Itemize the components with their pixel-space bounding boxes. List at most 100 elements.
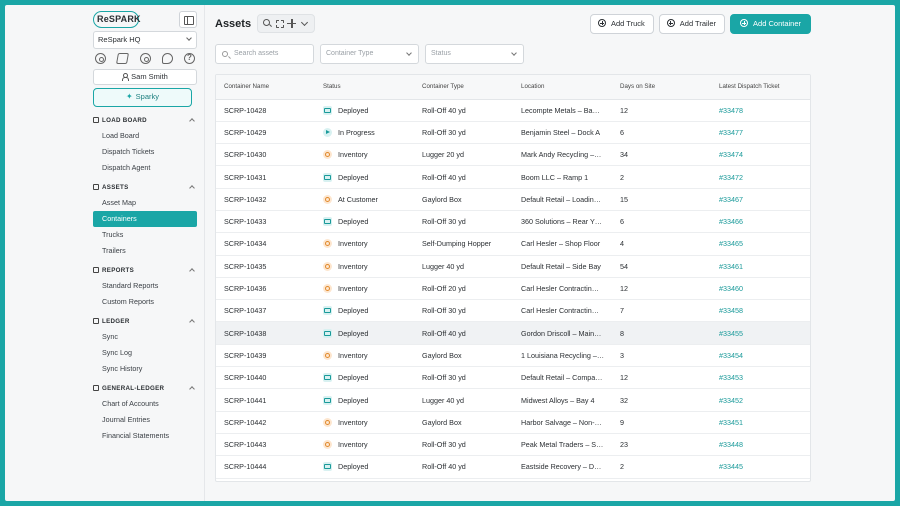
dispatch-ticket-link[interactable]: #33478 [711,99,810,122]
sidebar-item-sync-history[interactable]: Sync History [93,361,197,377]
nav-section-header[interactable]: REPORTS [93,263,197,278]
dispatch-ticket-link[interactable]: #33453 [711,366,810,390]
sidebar-item-trailers[interactable]: Trailers [93,243,197,259]
sidebar-item-dispatch-agent[interactable]: Dispatch Agent [93,160,197,176]
table-row[interactable]: SCRP-10428 Deployed Roll-Off 40 yd Lecompte… [216,99,810,122]
table-row[interactable]: SCRP-10443 Inventory Roll-Off 30 yd Peak Me… [216,433,810,457]
status-text: Inventory [338,261,368,271]
container-name-cell: SCRP-10441 [216,388,315,412]
sidebar-item-custom-reports[interactable]: Custom Reports [93,294,197,310]
search-icon[interactable] [262,19,272,28]
dispatch-ticket-link[interactable]: #33452 [711,388,810,412]
days-on-site-cell: 32 [612,388,711,412]
table-row[interactable]: SCRP-10444 Deployed Roll-Off 40 yd Eastside… [216,455,810,479]
table-row[interactable]: SCRP-10429 In Progress Roll-Off 30 yd Benja… [216,121,810,145]
add-container-button[interactable]: Add Container [730,14,811,34]
status-text: Inventory [338,284,368,294]
table-row[interactable]: SCRP-10439 Inventory Gaylord Box 1 Louisian… [216,344,810,368]
sparkle-icon: ✦ [125,92,133,101]
sidebar-item-asset-map[interactable]: Asset Map [93,195,197,211]
preferences-icon[interactable] [139,53,151,64]
sidebar-item-dispatch-tickets[interactable]: Dispatch Tickets [93,144,197,160]
add-truck-button[interactable]: Add Truck [590,14,654,34]
column-header[interactable]: Location [513,75,612,100]
table-row[interactable]: SCRP-10441 Deployed Lugger 40 yd Midwest Al… [216,388,810,412]
container-type-select[interactable]: Container Type [320,44,419,64]
status-select[interactable]: Status [425,44,524,64]
location-cell: Default Retail – Side Bay [513,255,612,278]
chevron-down-icon[interactable] [300,19,309,28]
sidebar-item-sync[interactable]: Sync [93,329,197,345]
container-type-cell: Self-Dumping Hopper [414,232,513,256]
dispatch-ticket-link[interactable]: #33474 [711,143,810,167]
table-row[interactable]: SCRP-10435 Inventory Lugger 40 yd Default R… [216,255,810,278]
user-button[interactable]: Sam Smith [93,69,197,85]
container-type-placeholder: Container Type [326,50,374,57]
table-row[interactable]: SCRP-10438 Deployed Roll-Off 40 yd Gordon D… [216,321,810,345]
table-body: SCRP-10428 Deployed Roll-Off 40 yd Lecompte… [216,99,810,479]
sidebar-item-sync-log[interactable]: Sync Log [93,345,197,361]
dispatch-ticket-link[interactable]: #33465 [711,232,810,256]
dispatch-ticket-link[interactable]: #33445 [711,455,810,479]
nav-section-header[interactable]: ASSETS [93,180,197,195]
dispatch-ticket-link[interactable]: #33448 [711,433,810,457]
table-row[interactable]: SCRP-10440 Deployed Roll-Off 30 yd Default … [216,366,810,390]
plus-icon[interactable] [287,19,297,28]
sidebar-item-financial-statements[interactable]: Financial Statements [93,428,197,444]
org-select[interactable]: ReSpark HQ [93,31,197,49]
dispatch-ticket-link[interactable]: #33454 [711,344,810,368]
status-cell: Deployed [315,321,414,345]
sidebar-item-journal-entries[interactable]: Journal Entries [93,412,197,428]
column-header[interactable]: Status [315,75,414,100]
add-trailer-button[interactable]: Add Trailer [658,14,726,34]
table-row[interactable]: SCRP-10442 Inventory Gaylord Box Harbor Sal… [216,411,810,434]
table-row[interactable]: SCRP-10434 Inventory Self-Dumping Hopper Ca… [216,232,810,256]
dispatch-ticket-link[interactable]: #33477 [711,121,810,145]
column-header[interactable]: Container Name [216,75,315,100]
dispatch-ticket-link[interactable]: #33461 [711,255,810,278]
dispatch-ticket-link[interactable]: #33458 [711,299,810,323]
dispatch-ticket-link[interactable]: #33467 [711,188,810,211]
sparky-button[interactable]: ✦ Sparky [93,88,192,107]
container-type-cell: Gaylord Box [414,188,513,211]
column-header[interactable]: Latest Dispatch Ticket [711,75,810,100]
search-assets-input[interactable]: Search assets [215,44,314,64]
header-actions: Add Truck Add Trailer Add Container [590,14,811,34]
dispatch-ticket-link[interactable]: #33472 [711,165,810,189]
learning-icon[interactable] [116,53,130,64]
sidebar-item-standard-reports[interactable]: Standard Reports [93,278,197,294]
sidebar-item-containers[interactable]: Containers [93,211,197,227]
location-cell: Gordon Driscoll – Main… [513,321,612,345]
nav-section-header[interactable]: GENERAL-LEDGER [93,381,197,396]
sidebar-item-trucks[interactable]: Trucks [93,227,197,243]
table-row[interactable]: SCRP-10436 Inventory Roll-Off 20 yd Carl He… [216,277,810,301]
table-row[interactable]: SCRP-10432 At Customer Gaylord Box Default … [216,188,810,211]
table-row[interactable]: SCRP-10437 Deployed Roll-Off 30 yd Carl Hes… [216,299,810,323]
sidebar-collapse-icon[interactable] [179,11,197,28]
truck-icon [323,172,332,182]
status-text: Deployed [338,306,369,316]
dispatch-ticket-link[interactable]: #33455 [711,321,810,345]
scan-icon[interactable] [275,19,284,28]
location-cell: 1 Louisiana Recycling –… [513,344,612,368]
respark-logo[interactable]: ReSPARK [93,11,141,28]
help-icon[interactable] [184,53,195,64]
chat-icon[interactable] [161,53,173,64]
settings-icon[interactable] [95,53,106,64]
sidebar-item-chart-of-accounts[interactable]: Chart of Accounts [93,396,197,412]
sidebar-item-load-board[interactable]: Load Board [93,128,197,144]
column-header[interactable]: Container Type [414,75,513,100]
table-row[interactable]: SCRP-10431 Deployed Roll-Off 40 yd Boom LLC… [216,165,810,189]
nav-section-header[interactable]: LOAD BOARD [93,113,197,128]
table-row[interactable]: SCRP-10430 Inventory Lugger 20 yd Mark Andy… [216,143,810,167]
chevron-down-icon [186,35,192,41]
container-name-cell: SCRP-10438 [216,321,315,345]
location-cell: Lecompte Metals – Ba… [513,99,612,122]
plus-circle-icon [666,19,675,27]
dispatch-ticket-link[interactable]: #33460 [711,277,810,301]
nav-section-header[interactable]: LEDGER [93,314,197,329]
column-header[interactable]: Days on Site [612,75,711,100]
dispatch-ticket-link[interactable]: #33451 [711,411,810,434]
table-row[interactable]: SCRP-10433 Deployed Roll-Off 30 yd 360 Solu… [216,210,810,234]
dispatch-ticket-link[interactable]: #33466 [711,210,810,234]
